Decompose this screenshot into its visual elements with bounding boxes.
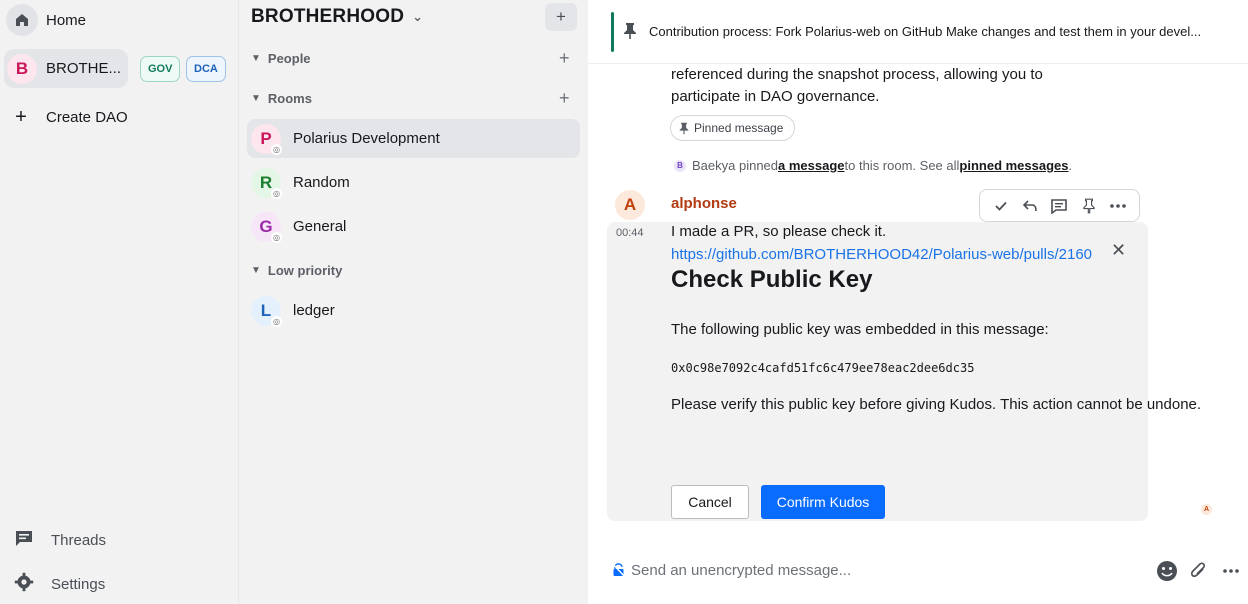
close-icon[interactable]: ✕ [1111,240,1126,261]
gov-chip[interactable]: GOV [140,56,181,82]
home-icon [6,4,38,36]
attachment-icon[interactable] [1187,559,1211,583]
room-avatar: G ◎ [251,211,282,243]
home-label: Home [46,11,87,29]
room-view: Contribution process: Fork Polarius-web … [588,0,1248,604]
message-input[interactable] [631,558,1131,582]
check-icon[interactable] [989,194,1013,218]
chevron-down-icon: ▼ [251,53,261,64]
room-label: ledger [293,302,335,319]
more-options-icon[interactable] [1106,194,1130,218]
kudos-dialog-title: Check Public Key [671,266,873,293]
cancel-button[interactable]: Cancel [671,485,749,519]
create-dao-button[interactable]: + Create DAO [12,104,128,130]
dao-item-brotherhood[interactable]: B BROTHE... [4,49,128,88]
globe-icon: ◎ [271,315,282,327]
read-receipt-avatar[interactable]: A [1201,504,1212,515]
room-avatar: P ◎ [251,123,282,155]
room-item-random[interactable]: R ◎ Random [247,163,580,202]
chevron-down-icon: ▼ [251,265,261,276]
gear-icon [14,572,34,597]
room-label: General [293,218,347,235]
sender-name[interactable]: alphonse [671,195,737,212]
pin-icon [623,22,637,45]
pinned-pill-label: Pinned message [694,121,784,135]
space-rail: Home B BROTHE... GOV DCA + Create DAO Th… [0,0,238,604]
threads-label: Threads [51,531,107,549]
home-button[interactable]: Home [6,3,86,37]
dao-avatar: B [7,53,37,84]
notice-text: . [1068,158,1073,173]
room-item-ledger[interactable]: L ◎ ledger [247,291,580,330]
space-header[interactable]: BROTHERHOOD ⌄ [251,6,423,28]
message-action-bar [979,189,1140,222]
notice-text: Baekya pinned [692,158,779,173]
pin-notice: B Baekya pinned a message to this room. … [674,158,1072,173]
reply-icon[interactable] [1018,194,1042,218]
pinned-messages-link[interactable]: pinned messages [959,158,1068,173]
add-room-plus-icon[interactable]: + [559,88,570,109]
message-body: I made a PR, so please check it. [671,223,887,240]
chevron-down-icon: ⌄ [412,9,424,24]
globe-icon: ◎ [271,143,282,155]
room-label: Polarius Development [293,130,440,147]
globe-icon: ◎ [271,187,282,199]
emoji-icon[interactable] [1155,559,1179,583]
thread-icon[interactable] [1047,194,1071,218]
room-avatar: R ◎ [251,167,282,199]
avatar: B [674,159,686,172]
message-composer [588,548,1248,592]
previous-message-line: participate in DAO governance. [671,88,880,105]
create-dao-label: Create DAO [46,108,128,126]
plus-icon: + [15,105,27,128]
room-label: Random [293,174,350,191]
space-title: BROTHERHOOD [251,6,405,27]
app-root: Home B BROTHE... GOV DCA + Create DAO Th… [0,0,1248,604]
room-avatar: L ◎ [251,295,282,327]
message-link[interactable]: a message [778,158,845,173]
pinned-message-pill[interactable]: Pinned message [670,115,796,141]
pin-indicator-bar [611,12,614,52]
notice-text: to this room. See all [844,158,960,173]
room-item-general[interactable]: G ◎ General [247,207,580,246]
section-label: Rooms [267,91,312,106]
pin-icon[interactable] [1077,194,1101,218]
pr-link[interactable]: https://github.com/BROTHERHOOD42/Polariu… [671,246,1106,263]
section-rooms[interactable]: ▼ Rooms [251,91,312,106]
threads-button[interactable]: Threads [14,528,106,552]
room-list-panel: BROTHERHOOD ⌄ + ▼ People + ▼ Rooms + P ◎ … [238,0,588,604]
dca-chip[interactable]: DCA [186,56,226,82]
chevron-down-icon: ▼ [251,93,261,104]
threads-icon [14,528,34,553]
settings-button[interactable]: Settings [14,572,105,596]
kudos-dialog-description: The following public key was embedded in… [671,321,1049,338]
room-item-polarius-development[interactable]: P ◎ Polarius Development [247,119,580,158]
confirm-kudos-button[interactable]: Confirm Kudos [761,485,885,519]
globe-icon: ◎ [271,231,282,243]
add-button[interactable]: + [545,3,577,31]
settings-label: Settings [51,575,106,593]
avatar[interactable]: A [615,190,645,220]
pinned-message-banner[interactable]: Contribution process: Fork Polarius-web … [588,0,1248,64]
pinned-message-text: Contribution process: Fork Polarius-web … [649,24,1202,39]
add-people-plus-icon[interactable]: + [559,48,570,69]
kudos-warning: Please verify this public key before giv… [671,396,1202,413]
section-label: People [267,51,311,66]
public-key-value: 0x0c98e7092c4cafd51fc6c479ee78eac2dee6dc… [671,361,975,375]
unencrypted-lock-icon [611,563,626,582]
section-low-priority[interactable]: ▼ Low priority [251,263,342,278]
more-options-icon[interactable] [1219,559,1243,583]
message-timestamp: 00:44 [616,227,644,239]
section-label: Low priority [267,263,343,278]
section-people[interactable]: ▼ People [251,51,311,66]
pin-icon [679,122,689,134]
previous-message-line: referenced during the snapshot process, … [671,66,1043,83]
dao-label: BROTHE... [46,60,122,77]
